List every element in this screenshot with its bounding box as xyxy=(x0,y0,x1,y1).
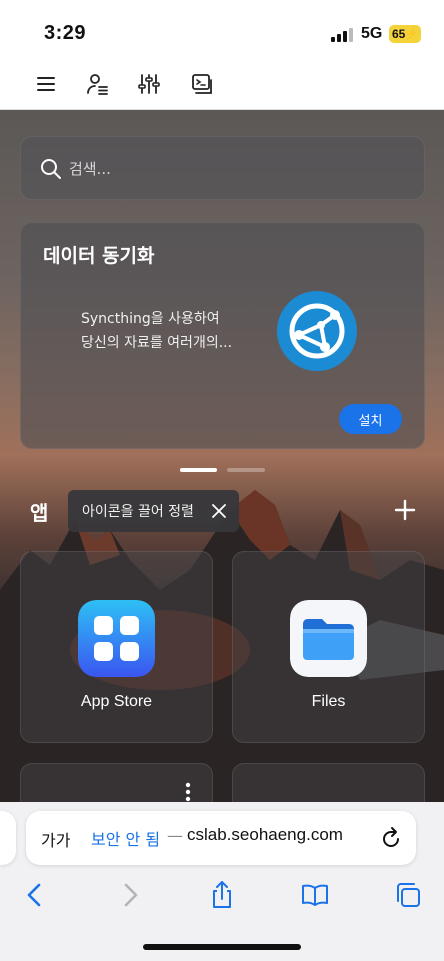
status-bar: 3:29 5G 65 ⚡ xyxy=(0,0,444,60)
cellular-signal-icon xyxy=(331,28,355,42)
promo-card[interactable]: 데이터 동기화 Syncthing을 사용하여 당신의 자료를 여러개의... … xyxy=(20,222,425,449)
install-button[interactable]: 설치 xyxy=(339,404,402,434)
sliders-icon[interactable] xyxy=(137,72,161,96)
promo-line-2: 당신의 자료를 여러개의... xyxy=(81,335,233,351)
main-dashboard: 데이터 동기화 Syncthing을 사용하여 당신의 자료를 여러개의... … xyxy=(0,110,444,802)
network-type: 5G xyxy=(361,25,383,42)
home-indicator[interactable] xyxy=(143,944,301,950)
reload-icon[interactable] xyxy=(380,826,402,850)
user-list-icon[interactable] xyxy=(86,72,110,96)
carousel-dot-inactive[interactable] xyxy=(227,468,265,472)
app-tile[interactable] xyxy=(232,763,425,802)
tabs-icon[interactable] xyxy=(393,880,423,910)
app-toolbar xyxy=(0,60,444,110)
apps-section-title: 앱 xyxy=(30,501,49,525)
promo-title: 데이터 동기화 xyxy=(43,245,155,267)
more-options-icon[interactable] xyxy=(185,782,191,802)
search-icon xyxy=(41,159,61,179)
search-bar[interactable] xyxy=(20,136,425,200)
carousel-dot-active[interactable] xyxy=(180,468,217,472)
app-tile[interactable] xyxy=(20,763,213,802)
carousel-indicator xyxy=(180,468,270,474)
address-bar[interactable]: 가가 보안 안 됨 — cslab.seohaeng.com xyxy=(26,811,416,865)
app-store-icon xyxy=(78,600,155,677)
share-icon[interactable] xyxy=(207,880,237,910)
promo-line-1: Syncthing을 사용하여 xyxy=(81,311,220,327)
browser-bottom-bar: 가가 보안 안 됨 — cslab.seohaeng.com xyxy=(0,802,444,961)
text-size-button[interactable]: 가가 xyxy=(41,827,70,851)
app-tile-files[interactable]: Files xyxy=(232,551,425,743)
app-tile-app-store[interactable]: App Store xyxy=(20,551,213,743)
back-icon[interactable] xyxy=(20,880,50,910)
promo-description: Syncthing을 사용하여 당신의 자료를 여러개의... xyxy=(81,307,261,355)
reorder-tooltip: 아이콘을 끌어 정렬 xyxy=(68,490,239,532)
folder-icon xyxy=(290,600,367,677)
forward-icon[interactable] xyxy=(115,880,145,910)
tooltip-text: 아이콘을 끌어 정렬 xyxy=(82,504,194,520)
previous-tab-edge[interactable] xyxy=(0,811,16,865)
app-label: Files xyxy=(311,693,346,710)
close-icon[interactable] xyxy=(210,502,228,520)
app-label: App Store xyxy=(80,693,153,710)
security-status: 보안 안 됨 xyxy=(91,830,161,849)
terminal-icon[interactable] xyxy=(190,72,214,96)
status-time: 3:29 xyxy=(44,22,87,44)
add-app-button[interactable] xyxy=(393,498,417,522)
bookmarks-icon[interactable] xyxy=(300,880,330,910)
menu-icon[interactable] xyxy=(34,72,58,96)
battery-icon: 65 ⚡ xyxy=(389,25,421,43)
syncthing-logo-icon xyxy=(277,291,357,371)
url-separator: — xyxy=(167,826,183,845)
charging-bolt-icon: ⚡ xyxy=(404,28,418,40)
search-input[interactable] xyxy=(69,156,399,182)
url-domain[interactable]: cslab.seohaeng.com xyxy=(187,825,343,845)
